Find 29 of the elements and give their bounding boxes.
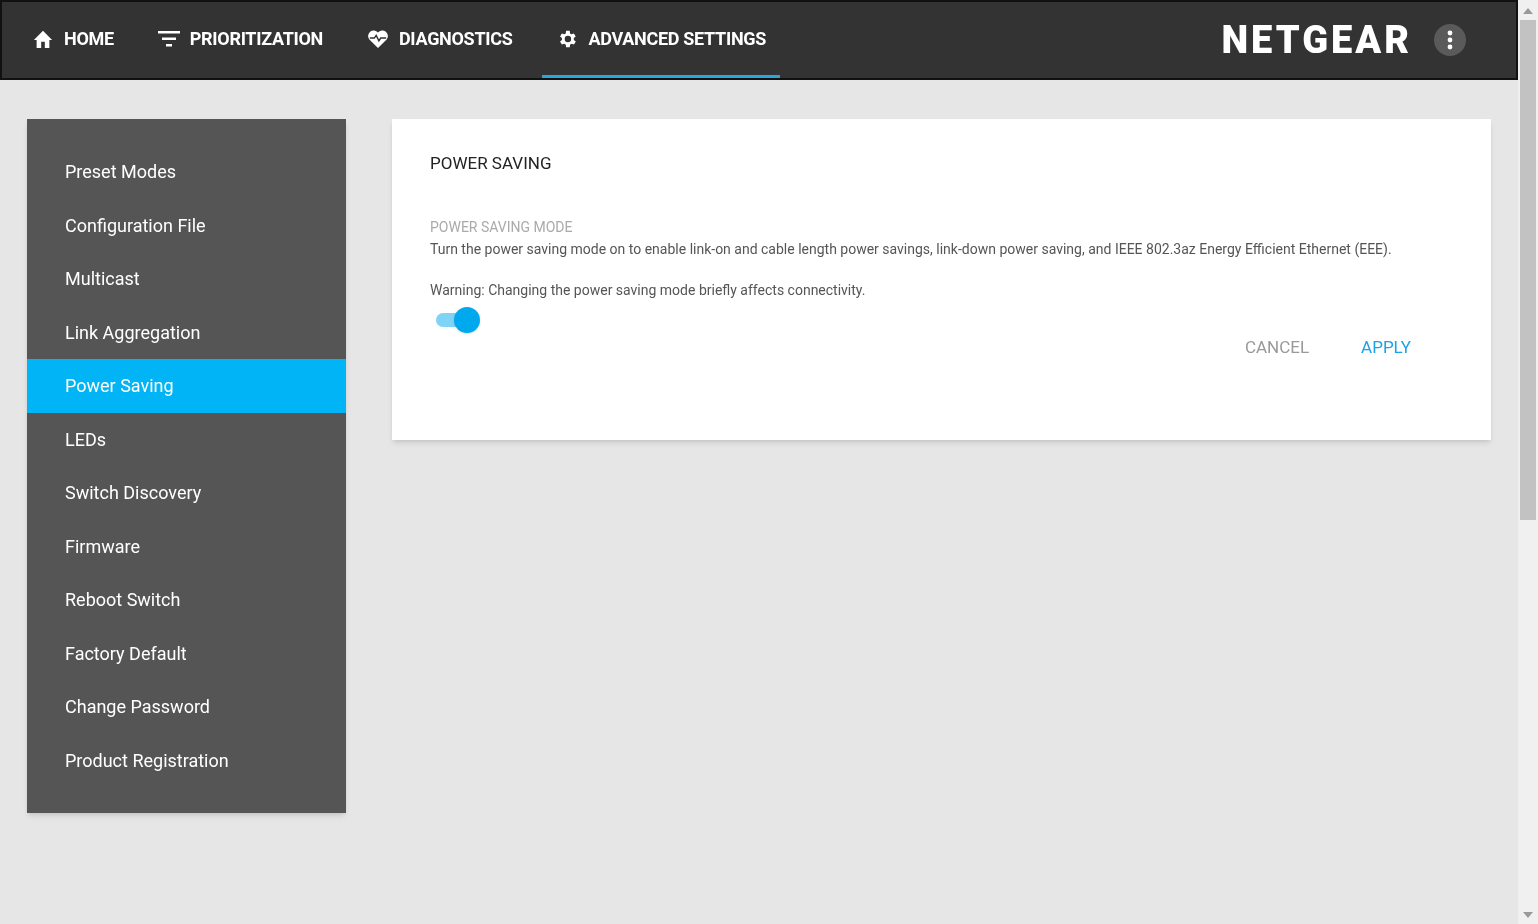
sidebar-item[interactable]: Firmware bbox=[27, 519, 346, 573]
filter-icon bbox=[157, 30, 180, 47]
warning-text: Warning: Changing the power saving mode briefly affects connectivity. bbox=[430, 280, 867, 300]
sidebar-item[interactable]: Product Registration bbox=[27, 733, 346, 787]
card-title: POWER SAVING bbox=[430, 152, 553, 175]
scroll-up-arrow-icon bbox=[1523, 8, 1533, 14]
sidebar-item[interactable]: Configuration File bbox=[27, 198, 346, 252]
nav-tab[interactable]: HOME bbox=[18, 2, 128, 78]
scrollbar[interactable] bbox=[1518, 0, 1538, 924]
sidebar-item[interactable]: Preset Modes bbox=[27, 145, 346, 199]
sidebar-item[interactable]: Multicast bbox=[27, 252, 346, 306]
description-text: Turn the power saving mode on to enable link-on and cable length power savings, link-down power saving, and IEEE 802.3az Energy Efficient Ethernet (EEE). bbox=[430, 239, 1393, 260]
vertical-dots-icon bbox=[1447, 30, 1453, 50]
sidebar-item[interactable]: Change Password bbox=[27, 680, 346, 734]
scroll-down-arrow-icon bbox=[1523, 912, 1533, 918]
scrollbar-thumb[interactable] bbox=[1520, 20, 1536, 520]
sidebar-item[interactable]: Factory Default bbox=[27, 626, 346, 680]
nav-tab[interactable]: ADVANCED SETTINGS bbox=[542, 2, 781, 78]
sidebar-item[interactable]: Switch Discovery bbox=[27, 466, 346, 520]
sidebar-item[interactable]: Reboot Switch bbox=[27, 573, 346, 627]
section-label: POWER SAVING MODE bbox=[430, 217, 574, 237]
more-menu-button[interactable] bbox=[1434, 24, 1466, 56]
brand-logo: NETGEAR bbox=[1221, 16, 1412, 64]
sidebar-item[interactable]: LEDs bbox=[27, 412, 346, 466]
heart-pulse-icon bbox=[366, 28, 389, 49]
sidebar-item[interactable]: Link Aggregation bbox=[27, 305, 346, 359]
nav-tab[interactable]: PRIORITIZATION bbox=[143, 2, 337, 78]
nav-tab[interactable]: DIAGNOSTICS bbox=[352, 2, 527, 78]
home-icon bbox=[32, 28, 54, 49]
